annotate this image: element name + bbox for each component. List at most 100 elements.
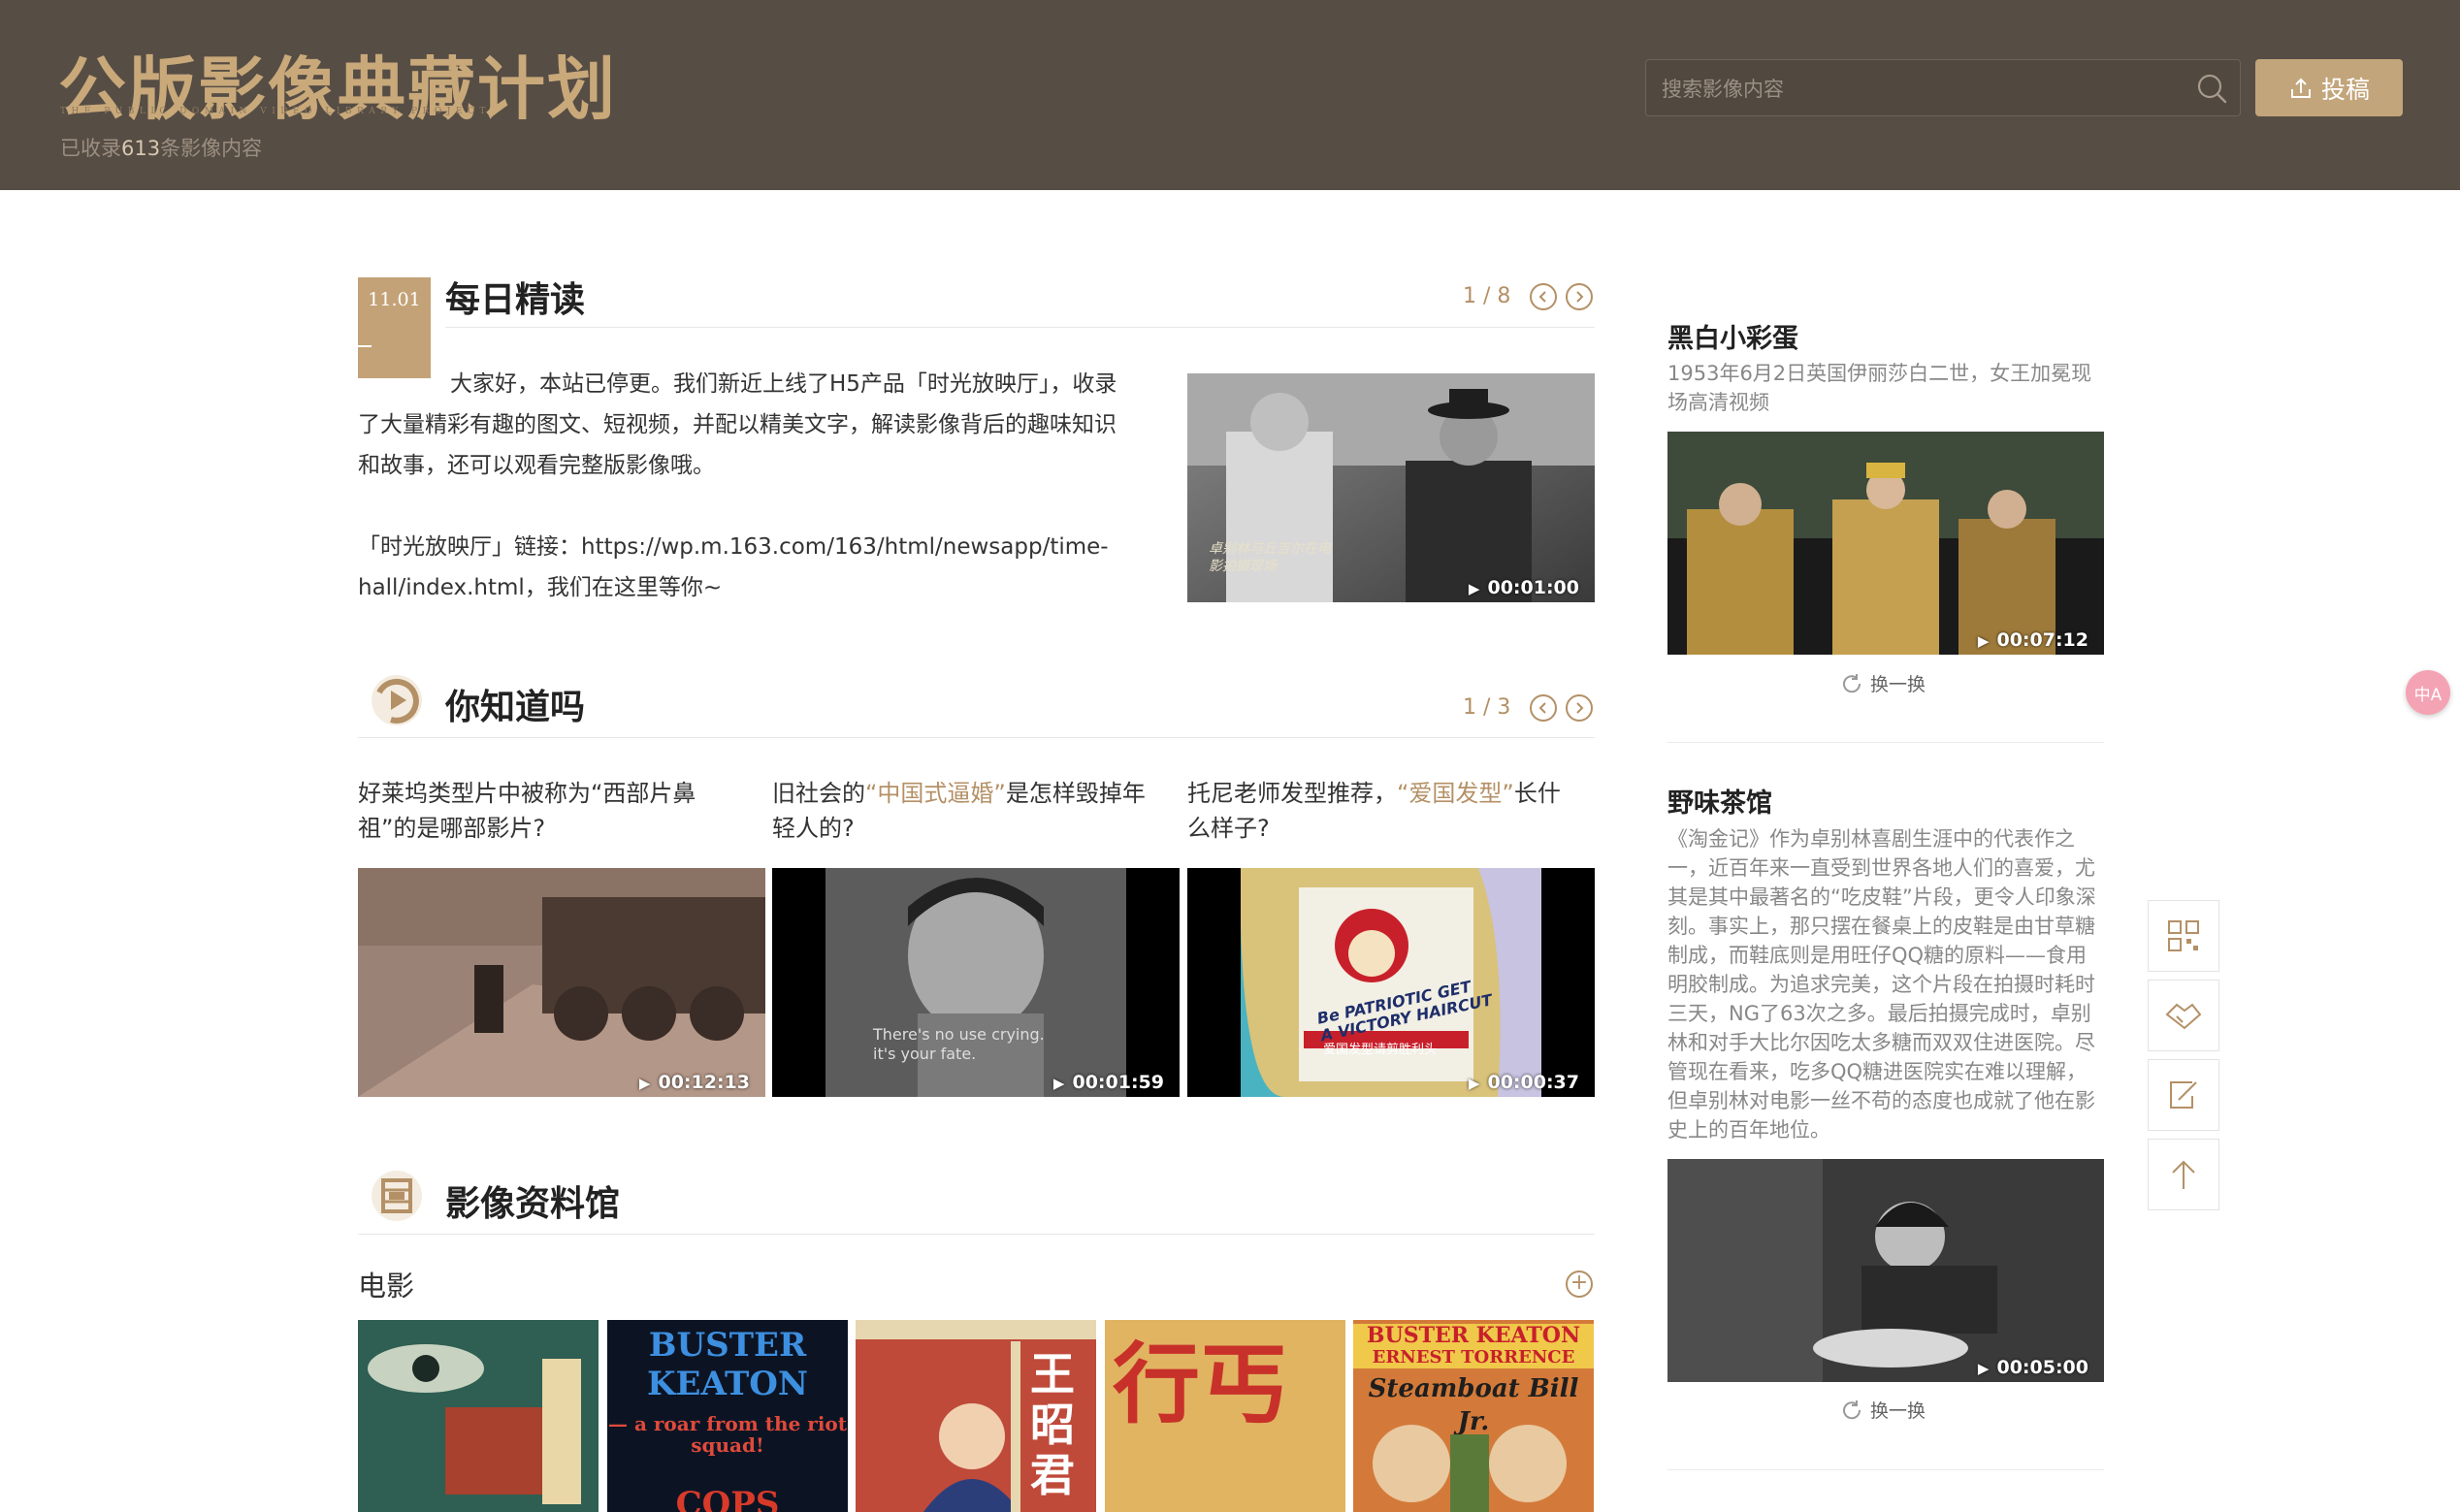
movie-poster-3[interactable]: 王昭君: [856, 1320, 1096, 1512]
refresh-icon: [1843, 673, 1861, 692]
daily-next-button[interactable]: [1566, 283, 1593, 310]
coronation-video-thumbnail[interactable]: ▶ 00:07:12: [1667, 432, 2104, 655]
search-icon[interactable]: [2195, 72, 2228, 105]
poster-5-art: [1373, 1425, 1567, 1512]
daily-prev-button[interactable]: [1530, 283, 1557, 310]
question-highlight: “爱国发型”: [1397, 780, 1514, 807]
chevron-left-icon: [1538, 702, 1546, 714]
dyk-question-2[interactable]: 旧社会的“中国式逼婚”是怎样毁掉年轻人的?: [772, 776, 1160, 846]
film-library-title: 影像资料馆: [445, 1184, 621, 1224]
dyk-video-1[interactable]: ▶ 00:12:13: [358, 868, 765, 1097]
refresh-button-2[interactable]: 换一换: [1839, 1397, 1926, 1423]
duration-text: 00:01:00: [1487, 577, 1579, 598]
duration-text: 00:00:37: [1487, 1072, 1579, 1093]
question-text: 托尼老师发型推荐，: [1187, 780, 1397, 807]
poster-2-title: BUSTER KEATON: [647, 1326, 808, 1403]
movie-poster-2[interactable]: BUSTER KEATON — a roar from the riot squ…: [607, 1320, 848, 1512]
poster-5-star1: BUSTER KEATON: [1353, 1324, 1594, 1347]
video-duration: ▶ 00:07:12: [1978, 629, 2088, 651]
poster-5-star2: ERNEST TORRENCE: [1353, 1347, 1594, 1368]
collected-suffix: 条影像内容: [160, 137, 263, 160]
did-you-know-icon: [372, 675, 422, 725]
dyk-next-button[interactable]: [1566, 694, 1593, 722]
duration-text: 00:01:59: [1072, 1072, 1164, 1093]
daily-reading-title: 每日精读: [445, 280, 586, 320]
question-text: 旧社会的: [772, 780, 865, 807]
film-library-icon: [372, 1171, 422, 1221]
play-icon: ▶: [1468, 580, 1480, 597]
train-scene-image: [358, 868, 765, 1097]
question-text: 好莱坞类型片中被称为“西部片鼻祖”的是哪部影片?: [358, 780, 696, 842]
gold-rush-video-thumbnail[interactable]: ▶ 00:05:00: [1667, 1159, 2104, 1382]
dyk-video-2[interactable]: There's no use crying. it's your fate. ▶…: [772, 868, 1180, 1097]
back-to-top-icon: [2172, 1160, 2195, 1189]
edit-icon: [2170, 1081, 2197, 1109]
video-subtitle: There's no use crying. it's your fate.: [873, 1025, 1045, 1064]
movie-poster-5[interactable]: BUSTER KEATON ERNEST TORRENCE Steamboat …: [1353, 1320, 1594, 1512]
question-highlight: “中国式逼婚”: [865, 780, 1006, 807]
wild-teahouse-description: 《淘金记》作为卓别林喜剧生涯中的代表作之一，近百年来一直受到世界各地人们的喜爱，…: [1667, 827, 2096, 1142]
subtitle-line-2: it's your fate.: [873, 1045, 977, 1063]
dyk-video-3[interactable]: Be PATRIOTIC GET A VICTORY HAIRCUT 爱国发型请…: [1187, 868, 1595, 1097]
poster-2-tagline: — a roar from the riot squad!: [607, 1412, 847, 1457]
date-text: 11.01: [368, 289, 421, 310]
dyk-prev-button[interactable]: [1530, 694, 1557, 722]
video-duration: ▶ 00:12:13: [639, 1072, 750, 1093]
refresh-label: 换一换: [1870, 674, 1926, 695]
poster-4-title: 行丐: [1113, 1333, 1287, 1435]
refresh-label: 换一换: [1870, 1400, 1926, 1422]
dyk-question-3[interactable]: 托尼老师发型推荐，“爱国发型”长什么样子?: [1187, 776, 1575, 846]
collected-count: 613: [121, 137, 161, 160]
dyk-pager: 1 / 3: [1463, 695, 1511, 720]
duration-text: 00:05:00: [1996, 1357, 2088, 1378]
movie-poster-4[interactable]: 行丐: [1105, 1320, 1345, 1512]
duration-text: 00:12:13: [658, 1072, 750, 1093]
upload-label: 投稿: [2320, 75, 2370, 104]
search-input[interactable]: [1660, 60, 2168, 117]
refresh-button-1[interactable]: 换一换: [1839, 670, 1926, 696]
dyk-divider: [358, 737, 1595, 738]
handshake-icon: [2165, 1003, 2202, 1030]
daily-paragraph-2: 「时光放映厅」链接：https://wp.m.163.com/163/html/…: [358, 534, 1109, 600]
poster-1-art: [358, 1320, 599, 1512]
site-logo-title[interactable]: 公版影像典藏计划: [58, 35, 617, 133]
movie-poster-1[interactable]: [358, 1320, 599, 1512]
daily-video-caption: 卓别林与丘吉尔在电影拍摄现场: [1209, 541, 1331, 574]
sidebar-divider-1: [1667, 742, 2104, 743]
daily-divider: [445, 327, 1595, 328]
daily-video-thumbnail[interactable]: 卓别林与丘吉尔在电影拍摄现场 ▶ 00:01:00: [1187, 373, 1595, 602]
feedback-button[interactable]: [2148, 1059, 2219, 1131]
chevron-left-icon: [1538, 291, 1546, 303]
poster-chinese-caption: 爱国发型请剪胜利头: [1323, 1043, 1438, 1057]
black-white-easter-egg-title: 黑白小彩蛋: [1667, 324, 1798, 354]
collected-prefix: 已收录: [60, 137, 121, 160]
dyk-question-1[interactable]: 好莱坞类型片中被称为“西部片鼻祖”的是哪部影片?: [358, 776, 746, 846]
did-you-know-title: 你知道吗: [445, 688, 586, 727]
library-divider: [358, 1234, 1595, 1235]
search-box: [1645, 59, 2241, 117]
easter-egg-description: 1953年6月2日英国伊丽莎白二世，女王加冕现场高清视频: [1667, 362, 2092, 414]
poster-3-title: 王昭君: [1030, 1348, 1075, 1501]
site-header: 公版影像典藏计划 THE PUBLIC DOMAIN VIDEO LIBRARY…: [0, 0, 2460, 190]
more-movies-button[interactable]: +: [1566, 1271, 1593, 1298]
chevron-right-icon: [1576, 291, 1584, 303]
daily-paragraph-1: 大家好，本站已停更。我们新近上线了H5产品「时光放映厅」，收录了大量精彩有趣的图…: [358, 371, 1117, 478]
daily-video-duration: ▶ 00:01:00: [1469, 577, 1579, 598]
daily-pager: 1 / 8: [1463, 284, 1511, 308]
cooperation-button[interactable]: [2148, 980, 2219, 1051]
play-icon: ▶: [638, 1075, 651, 1092]
category-movie-label[interactable]: 电影: [358, 1264, 414, 1304]
coronation-image: [1667, 432, 2104, 655]
back-to-top-button[interactable]: [2148, 1139, 2219, 1210]
wild-teahouse-title: 野味茶馆: [1667, 788, 1772, 819]
play-icon: ▶: [1468, 1075, 1480, 1092]
translate-bubble[interactable]: 中A: [2406, 670, 2450, 715]
sidebar-divider-2: [1667, 1469, 2104, 1470]
upload-icon: [2290, 78, 2311, 98]
video-duration: ▶ 00:05:00: [1978, 1357, 2088, 1378]
video-duration: ▶ 00:00:37: [1469, 1072, 1579, 1093]
qrcode-button[interactable]: [2148, 900, 2219, 972]
subtitle-line-1: There's no use crying.: [873, 1025, 1045, 1044]
upload-button[interactable]: 投稿: [2255, 59, 2403, 116]
duration-text: 00:07:12: [1996, 629, 2088, 651]
